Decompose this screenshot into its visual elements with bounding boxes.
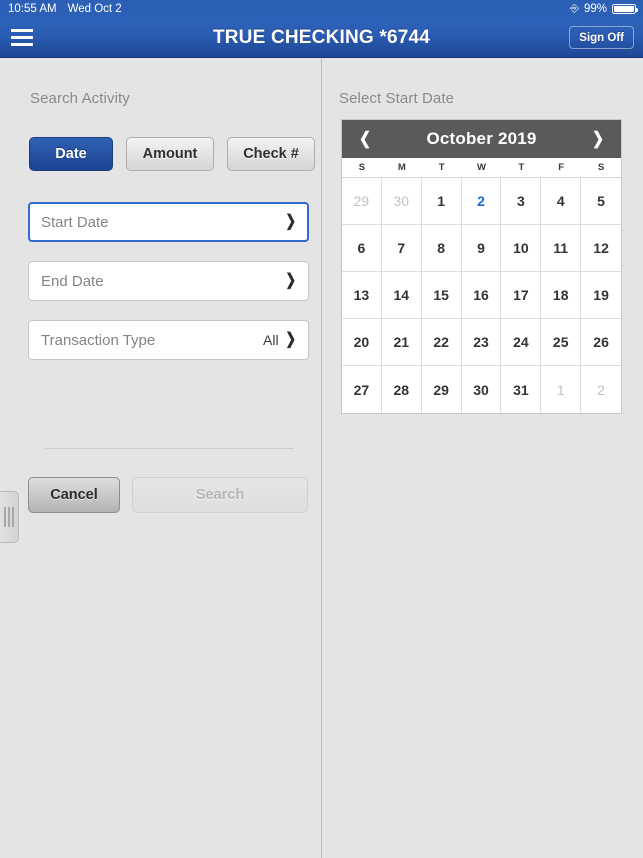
calendar-day-31[interactable]: 31	[501, 366, 542, 413]
calendar-day-23[interactable]: 23	[461, 319, 502, 366]
battery-icon	[612, 3, 639, 15]
calendar-day-19[interactable]: 19	[581, 272, 621, 319]
calendar-day-30[interactable]: 30	[381, 178, 422, 225]
calendar-day-17[interactable]: 17	[501, 272, 542, 319]
search-activity-panel: Search Activity Date Amount Check # Star…	[0, 59, 321, 858]
weekday-label: T	[518, 162, 525, 173]
calendar-day-2[interactable]: 2	[461, 178, 502, 225]
calendar-day-5[interactable]: 5	[581, 178, 621, 225]
chevron-right-icon: ❯	[284, 331, 296, 348]
start-date-field[interactable]: Start Date ❯	[28, 202, 309, 242]
search-activity-heading: Search Activity	[30, 90, 130, 107]
chevron-left-icon[interactable]: ❮	[347, 120, 383, 158]
chevron-right-icon[interactable]: ❯	[580, 120, 616, 158]
page-title: TRUE CHECKING *6744	[212, 27, 431, 48]
transaction-type-field[interactable]: Transaction Type All ❯	[28, 320, 309, 360]
chevron-right-icon: ❯	[284, 213, 296, 230]
calendar-day-27[interactable]: 27	[342, 366, 382, 413]
content-area: Search Activity Date Amount Check # Star…	[0, 59, 643, 858]
end-date-field[interactable]: End Date ❯	[28, 261, 309, 301]
calendar-day-21[interactable]: 21	[381, 319, 422, 366]
weekday-label: M	[397, 162, 406, 173]
start-date-label: Start Date	[41, 213, 109, 231]
calendar-day-10[interactable]: 10	[501, 225, 542, 272]
calendar-day-30[interactable]: 30	[461, 366, 502, 413]
calendar-day-11[interactable]: 11	[541, 225, 582, 272]
form-divider	[45, 448, 294, 449]
calendar-day-12[interactable]: 12	[581, 225, 621, 272]
calendar-day-20[interactable]: 20	[342, 319, 382, 366]
tab-check-number[interactable]: Check #	[227, 137, 315, 171]
calendar-day-1[interactable]: 1	[541, 366, 582, 413]
calendar-day-24[interactable]: 24	[501, 319, 542, 366]
calendar-day-29[interactable]: 29	[421, 366, 462, 413]
status-bar-right: ⎆ 99%	[570, 0, 639, 18]
calendar-month-year: October 2019	[426, 129, 537, 148]
calendar-day-8[interactable]: 8	[421, 225, 462, 272]
sign-off-button[interactable]: Sign Off	[569, 26, 634, 49]
calendar-day-28[interactable]: 28	[381, 366, 422, 413]
chevron-right-icon: ❯	[284, 272, 296, 289]
weekday-label: S	[597, 162, 605, 173]
calendar-day-6[interactable]: 6	[342, 225, 382, 272]
weekday-label: S	[358, 162, 366, 173]
tab-date[interactable]: Date	[29, 137, 113, 171]
calendar-day-15[interactable]: 15	[421, 272, 462, 319]
calendar-day-16[interactable]: 16	[461, 272, 502, 319]
weekday-label: T	[438, 162, 445, 173]
calendar-day-3[interactable]: 3	[501, 178, 542, 225]
calendar-day-13[interactable]: 13	[342, 272, 382, 319]
calendar-day-25[interactable]: 25	[541, 319, 582, 366]
select-start-date-panel: Select Start Date ❮ October 2019 ❯ S M T…	[322, 59, 643, 858]
calendar-day-22[interactable]: 22	[421, 319, 462, 366]
status-date: Wed Oct 2	[67, 3, 122, 15]
app-root: 10:55 AM Wed Oct 2 ⎆ 99% TRUE CHECKING *…	[0, 0, 643, 858]
form-actions: Cancel Search	[28, 477, 308, 513]
transaction-type-value: All	[263, 332, 279, 348]
calendar-weekday-header: S M T W T F S	[342, 158, 621, 178]
select-start-date-heading: Select Start Date	[339, 90, 455, 107]
navigation-bar: TRUE CHECKING *6744 Sign Off	[0, 18, 643, 58]
cancel-button[interactable]: Cancel	[28, 477, 120, 513]
weekday-label: F	[558, 162, 565, 173]
calendar-day-grid: 29 30 1 2 3 4 5 6 7 8 9 10 11 12 13 14 15 16 17 18 19 20 21 22 2…	[342, 178, 621, 413]
calendar-day-26[interactable]: 26	[581, 319, 621, 366]
status-time: 10:55 AM	[8, 3, 57, 15]
transaction-type-label: Transaction Type	[41, 331, 156, 349]
calendar-day-29[interactable]: 29	[342, 178, 382, 225]
status-bar: 10:55 AM Wed Oct 2 ⎆ 99%	[0, 0, 643, 18]
calendar-header: ❮ October 2019 ❯	[342, 120, 621, 158]
calendar-day-14[interactable]: 14	[381, 272, 422, 319]
calendar-day-18[interactable]: 18	[541, 272, 582, 319]
search-type-segmented-control: Date Amount Check #	[29, 137, 315, 171]
weekday-label: W	[477, 162, 486, 173]
calendar-day-9[interactable]: 9	[461, 225, 502, 272]
calendar-day-7[interactable]: 7	[381, 225, 422, 272]
end-date-label: End Date	[41, 272, 104, 290]
panel-drag-handle[interactable]	[0, 491, 19, 543]
calendar-day-4[interactable]: 4	[541, 178, 582, 225]
search-button[interactable]: Search	[132, 477, 308, 513]
tab-amount[interactable]: Amount	[126, 137, 214, 171]
calendar-day-1[interactable]: 1	[421, 178, 462, 225]
battery-percent-label: 99%	[583, 3, 607, 15]
date-picker-calendar: ❮ October 2019 ❯ S M T W T F S 29 30 1 2 3 4 5…	[341, 119, 622, 414]
calendar-day-2[interactable]: 2	[581, 366, 621, 413]
status-bar-left: 10:55 AM Wed Oct 2	[0, 3, 122, 15]
screen-record-icon: ⎆	[570, 2, 579, 14]
